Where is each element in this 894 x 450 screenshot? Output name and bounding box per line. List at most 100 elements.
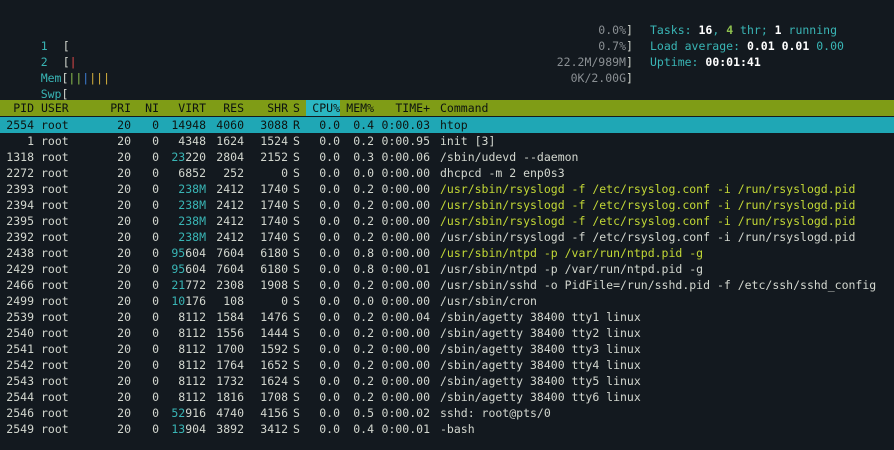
command-cell: init [3] (440, 134, 496, 148)
swp-meter: Swp[ (13, 70, 69, 101)
res-cell: 1624 (216, 134, 244, 148)
cpu-cell: 0.0 (319, 198, 340, 212)
time-cell: 0:00.95 (381, 134, 430, 148)
cpu-cell: 0.0 (319, 294, 340, 308)
user-cell: root (41, 326, 69, 340)
mem-cell: 0.2 (353, 134, 374, 148)
user-cell: root (41, 166, 69, 180)
pri-cell: 20 (117, 326, 131, 340)
col-user[interactable]: USER (41, 100, 101, 116)
col-time[interactable]: TIME+ (378, 100, 430, 116)
meters-header: 1[ 0.0% ] 2 [| 0.7% ] Mem[|||||| 22.2M/98… (0, 22, 894, 101)
user-cell: root (41, 198, 69, 212)
mem-cell: 0.2 (353, 278, 374, 292)
pid-cell: 2429 (6, 262, 34, 276)
process-row[interactable]: 2466 root 20 0 21772 2308 1908 S 0.0 0.2 0:00.00/u… (0, 277, 894, 293)
process-row[interactable]: 2438 root 20 0 95604 7604 6180 S 0.0 0.8 0:00.00/u… (0, 245, 894, 261)
pri-cell: 20 (117, 262, 131, 276)
res-cell: 7604 (216, 262, 244, 276)
virt-thousands: 52 (171, 406, 186, 420)
process-row[interactable]: 2499 root 20 0 10176 108 0 S 0.0 0.0 0:00.00/usr/s… (0, 293, 894, 309)
tasks-label: Tasks: (650, 23, 699, 37)
col-ni[interactable]: NI (137, 100, 159, 116)
state-cell: S (293, 134, 300, 148)
state-cell: S (293, 390, 300, 404)
cpu-cell: 0.0 (319, 182, 340, 196)
cpu1-meter: 1[ (13, 22, 70, 53)
virt-cell: 238M (166, 213, 206, 229)
pri-cell: 20 (117, 134, 131, 148)
process-row[interactable]: 2541 root 20 0 8112 1700 1592 S 0.0 0.2 0:00.00/sb… (0, 341, 894, 357)
virt-cell: 95604 (171, 246, 206, 260)
command-cell: /usr/sbin/rsyslogd -f /etc/rsyslog.conf … (440, 182, 856, 196)
pid-cell: 2539 (6, 310, 34, 324)
virt-thousands: 95 (171, 262, 186, 276)
pri-cell: 20 (117, 230, 131, 244)
user-cell: root (41, 390, 69, 404)
command-cell: /sbin/agetty 38400 tty2 linux (440, 326, 641, 340)
col-state[interactable]: S (293, 100, 303, 116)
col-virt[interactable]: VIRT (166, 100, 206, 116)
process-row[interactable]: 2395 root 20 0 238M 2412 1740 S 0.0 0.2 0:00.00/us… (0, 213, 894, 229)
user-cell: root (41, 230, 69, 244)
process-row[interactable]: 2540 root 20 0 8112 1556 1444 S 0.0 0.2 0:00.00/sb… (0, 325, 894, 341)
process-row[interactable]: 2543 root 20 0 8112 1732 1624 S 0.0 0.2 0:00.00/sb… (0, 373, 894, 389)
virt-cell: 10176 (171, 294, 206, 308)
process-row[interactable]: 2429 root 20 0 95604 7604 6180 S 0.0 0.8 0:00.01/u… (0, 261, 894, 277)
virt-cell: 238M (166, 197, 206, 213)
shr-cell: 1592 (260, 342, 288, 356)
pri-cell: 20 (117, 246, 131, 260)
process-row[interactable]: 2393 root 20 0 238M 2412 1740 S 0.0 0.2 0:00.00/us… (0, 181, 894, 197)
state-cell: S (293, 214, 300, 228)
time-cell: 0:00.03 (381, 118, 430, 132)
process-row[interactable]: 2544 root 20 0 8112 1816 1708 S 0.0 0.2 0:00.00/sb… (0, 389, 894, 405)
pri-cell: 20 (117, 294, 131, 308)
process-row-selected[interactable]: 2554 root 20 0 14948 4060 3088 R 0.0 0.4 0:00.03 ht… (0, 117, 894, 133)
process-row[interactable]: 2272 root 20 0 6852 252 0 S 0.0 0.0 0:00.00 dhcpcd … (0, 165, 894, 181)
col-mem[interactable]: MEM% (340, 100, 374, 116)
command-cell: -bash (440, 422, 475, 436)
time-cell: 0:00.00 (381, 166, 430, 180)
col-pri[interactable]: PRI (105, 100, 131, 116)
pid-cell: 2554 (6, 118, 34, 132)
process-row[interactable]: 2392 root 20 0 238M 2412 1740 S 0.0 0.2 0:00.00/us… (0, 229, 894, 245)
state-cell: S (293, 310, 300, 324)
mem-cell: 0.3 (353, 150, 374, 164)
virt-cell: 8112 (178, 326, 206, 340)
virt-thousands: 13 (171, 422, 186, 436)
col-shr[interactable]: SHR (250, 100, 288, 116)
time-cell: 0:00.01 (381, 262, 430, 276)
process-row[interactable]: 1 root 20 0 4348 1624 1524 S 0.0 0.2 0:00.95 init [… (0, 133, 894, 149)
col-pid[interactable]: PID (0, 100, 34, 116)
swp-close: ] (626, 71, 633, 85)
pid-cell: 2540 (6, 326, 34, 340)
process-row[interactable]: 1318 root 20 0 23220 2804 2152 S 0.0 0.3 0:00.06/s… (0, 149, 894, 165)
ni-cell: 0 (152, 278, 159, 292)
res-cell: 1584 (216, 310, 244, 324)
time-cell: 0:00.00 (381, 198, 430, 212)
mem-cell: 0.2 (353, 310, 374, 324)
process-row[interactable]: 2546 root 20 0 52916 4740 4156 S 0.0 0.5 0:00.02 ss… (0, 405, 894, 421)
process-row[interactable]: 2394 root 20 0 238M 2412 1740 S 0.0 0.2 0:00.00/us… (0, 197, 894, 213)
virt-cell: 238M (166, 229, 206, 245)
cpu-cell: 0.0 (319, 358, 340, 372)
process-row[interactable]: 2549 root 20 0 13904 3892 3412 S 0.0 0.4 0:00.01 -b… (0, 421, 894, 437)
user-cell: root (41, 262, 69, 276)
pid-cell: 2466 (6, 278, 34, 292)
shr-cell: 3412 (260, 422, 288, 436)
command-cell: /usr/sbin/sshd -o PidFile=/run/sshd.pid … (440, 278, 877, 292)
cpu-cell: 0.0 (319, 422, 340, 436)
virt-cell: 52916 (171, 406, 206, 420)
process-row[interactable]: 2542 root 20 0 8112 1764 1652 S 0.0 0.2 0:00.00/sb… (0, 357, 894, 373)
col-cpu-sorted[interactable]: CPU% (306, 100, 340, 116)
time-cell: 0:00.04 (381, 310, 430, 324)
res-cell: 4740 (216, 406, 244, 420)
process-row[interactable]: 2539 root 20 0 8112 1584 1476 S 0.0 0.2 0:00.04/sb… (0, 309, 894, 325)
col-command[interactable]: Command (440, 100, 540, 116)
col-res[interactable]: RES (210, 100, 244, 116)
res-cell: 108 (223, 294, 244, 308)
shr-cell: 6180 (260, 246, 288, 260)
virt-thousands: 10 (171, 294, 186, 308)
virt-cell: 8112 (178, 390, 206, 404)
cpu-cell: 0.0 (319, 150, 340, 164)
